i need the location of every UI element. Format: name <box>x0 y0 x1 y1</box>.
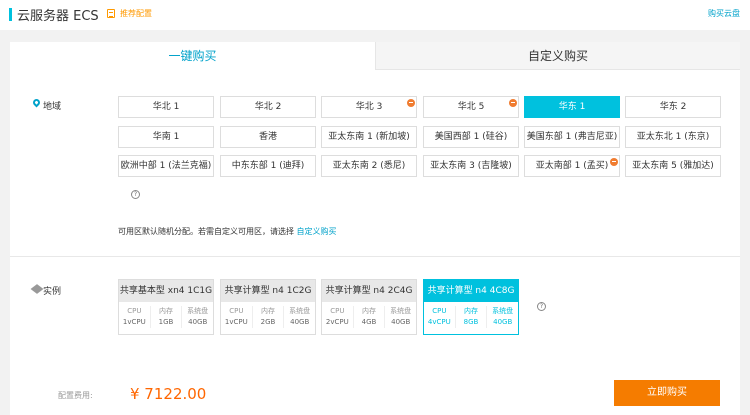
region-option[interactable]: 欧洲中部 1 (法兰克福) <box>118 155 214 177</box>
recommend-config-link[interactable]: 推荐配置 <box>120 8 152 19</box>
region-option[interactable]: 华北 3 <box>321 96 417 118</box>
page-title: 云服务器 ECS <box>17 9 99 24</box>
instance-specs: CPU 2vCPU 内存 4GB 系统盘 40GB <box>322 302 416 328</box>
tab-quick-buy[interactable]: 一键购买 <box>10 42 375 70</box>
spec-column-cpu: CPU 4vCPU <box>424 306 455 328</box>
spec-header: 系统盘 <box>492 307 514 315</box>
region-option[interactable]: 华东 2 <box>625 96 721 118</box>
spec-value: 1vCPU <box>224 318 248 326</box>
region-option[interactable]: 亚太东南 1 (新加坡) <box>321 126 417 148</box>
spec-column-disk: 系统盘 40GB <box>283 306 315 328</box>
spec-header: 内存 <box>261 307 275 315</box>
instance-type-name: 共享计算型 n4 2C4G <box>322 280 416 302</box>
promo-badge-icon <box>610 158 618 166</box>
instance-specs: CPU 1vCPU 内存 1GB 系统盘 40GB <box>119 302 213 328</box>
spec-value: 1GB <box>158 318 174 326</box>
spec-header: CPU <box>127 307 142 315</box>
section-divider <box>10 256 740 257</box>
spec-column-disk: 系统盘 40GB <box>384 306 416 328</box>
promo-badge-icon <box>509 99 517 107</box>
region-option[interactable]: 华北 1 <box>118 96 214 118</box>
top-bar: 云服务器 ECS 推荐配置 购买云盘 <box>0 0 750 30</box>
title-accent-bar <box>9 8 12 21</box>
spec-column-disk: 系统盘 40GB <box>181 306 213 328</box>
spec-header: 系统盘 <box>390 307 412 315</box>
instance-label: 实例 <box>43 287 62 297</box>
buy-now-button[interactable]: 立即购买 <box>614 380 720 406</box>
spec-header: CPU <box>330 307 345 315</box>
region-option[interactable]: 华东 1 <box>524 96 620 118</box>
spec-value: 8GB <box>463 318 479 326</box>
region-help-icon[interactable]: ? <box>131 190 140 199</box>
spec-value: 40GB <box>493 318 513 326</box>
region-option[interactable]: 华北 5 <box>423 96 519 118</box>
region-option[interactable]: 美国东部 1 (弗吉尼亚) <box>524 126 620 148</box>
tab-custom-buy[interactable]: 自定义购买 <box>375 42 740 70</box>
region-option[interactable]: 香港 <box>220 126 316 148</box>
instance-type-name: 共享基本型 xn4 1C1G <box>119 280 213 302</box>
spec-header: 内存 <box>464 307 478 315</box>
instance-option[interactable]: 共享计算型 n4 2C4G CPU 2vCPU 内存 4GB 系统盘 40GB <box>321 279 417 335</box>
region-option[interactable]: 亚太东南 2 (悉尼) <box>321 155 417 177</box>
spec-column-mem: 内存 8GB <box>454 306 487 328</box>
spec-header: CPU <box>432 307 447 315</box>
zone-note: 可用区默认随机分配。若需自定义可用区，请选择 自定义购买 <box>118 226 337 237</box>
custom-buy-link[interactable]: 自定义购买 <box>297 227 337 236</box>
region-option[interactable]: 亚太东南 3 (吉隆坡) <box>423 155 519 177</box>
footer-bar: 配置费用: ¥ 7122.00 立即购买 <box>10 367 740 415</box>
price-value: ¥ 7122.00 <box>130 385 207 403</box>
spec-column-mem: 内存 1GB <box>149 306 182 328</box>
spec-column-cpu: CPU 1vCPU <box>221 306 252 328</box>
spec-value: 40GB <box>391 318 411 326</box>
spec-column-cpu: CPU 1vCPU <box>119 306 150 328</box>
spec-value: 40GB <box>290 318 310 326</box>
spec-value: 1vCPU <box>122 318 146 326</box>
recommend-icon[interactable] <box>107 9 115 18</box>
region-option[interactable]: 华北 2 <box>220 96 316 118</box>
spec-value: 2GB <box>260 318 276 326</box>
zone-note-text: 可用区默认随机分配。若需自定义可用区，请选择 <box>118 227 294 236</box>
region-option[interactable]: 美国西部 1 (硅谷) <box>423 126 519 148</box>
instance-help-icon[interactable]: ? <box>537 302 546 311</box>
instance-option[interactable]: 共享基本型 xn4 1C1G CPU 1vCPU 内存 1GB 系统盘 40GB <box>118 279 214 335</box>
spec-value: 40GB <box>188 318 208 326</box>
spec-column-disk: 系统盘 40GB <box>486 306 518 328</box>
region-option[interactable]: 亚太东北 1 (东京) <box>625 126 721 148</box>
region-option[interactable]: 亚太南部 1 (孟买) <box>524 155 620 177</box>
spec-header: 系统盘 <box>289 307 311 315</box>
instance-specs: CPU 4vCPU 内存 8GB 系统盘 40GB <box>424 302 518 328</box>
spec-header: 内存 <box>362 307 376 315</box>
spec-column-cpu: CPU 2vCPU <box>322 306 353 328</box>
spec-column-mem: 内存 4GB <box>352 306 385 328</box>
spec-value: 2vCPU <box>325 318 349 326</box>
spec-header: 系统盘 <box>187 307 209 315</box>
spec-header: 内存 <box>159 307 173 315</box>
instance-option[interactable]: 共享计算型 n4 4C8G CPU 4vCPU 内存 8GB 系统盘 40GB <box>423 279 519 335</box>
region-option[interactable]: 华南 1 <box>118 126 214 148</box>
region-option[interactable]: 中东东部 1 (迪拜) <box>220 155 316 177</box>
spec-value: 4vCPU <box>427 318 451 326</box>
region-option[interactable]: 亚太东南 5 (雅加达) <box>625 155 721 177</box>
spec-column-mem: 内存 2GB <box>251 306 284 328</box>
fee-label: 配置费用: <box>58 391 93 400</box>
spec-header: CPU <box>229 307 244 315</box>
buy-cloud-disk-link[interactable]: 购买云盘 <box>708 8 740 19</box>
region-label: 地域 <box>43 102 62 112</box>
spec-value: 4GB <box>361 318 377 326</box>
instance-type-name: 共享计算型 n4 4C8G <box>424 280 518 302</box>
instance-type-name: 共享计算型 n4 1C2G <box>221 280 315 302</box>
promo-badge-icon <box>407 99 415 107</box>
instance-specs: CPU 1vCPU 内存 2GB 系统盘 40GB <box>221 302 315 328</box>
instance-option[interactable]: 共享计算型 n4 1C2G CPU 1vCPU 内存 2GB 系统盘 40GB <box>220 279 316 335</box>
